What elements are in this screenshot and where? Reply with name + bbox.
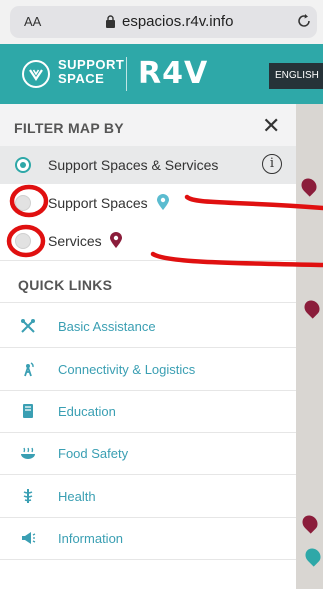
quick-links-title: QUICK LINKS bbox=[18, 277, 113, 293]
book-icon bbox=[23, 404, 33, 418]
filter-option-support-spaces[interactable]: Support Spaces bbox=[0, 184, 296, 222]
browser-address-bar: AA espacios.r4v.info bbox=[0, 0, 323, 44]
url-text: espacios.r4v.info bbox=[122, 13, 234, 30]
quick-link-basic-assistance[interactable]: Basic Assistance bbox=[0, 305, 296, 347]
quick-link-food-safety[interactable]: Food Safety bbox=[0, 432, 296, 474]
divider bbox=[0, 559, 296, 560]
quick-link-label: Food Safety bbox=[58, 446, 129, 461]
service-pin-icon bbox=[110, 232, 122, 248]
filter-option-services[interactable]: Services bbox=[0, 222, 296, 260]
radio-unselected[interactable] bbox=[15, 233, 31, 249]
quick-link-health[interactable]: Health bbox=[0, 475, 296, 517]
filter-title: FILTER MAP BY bbox=[14, 120, 124, 136]
quick-link-label: Connectivity & Logistics bbox=[58, 362, 196, 377]
quick-link-connectivity[interactable]: Connectivity & Logistics bbox=[0, 348, 296, 390]
brand-logo[interactable]: R4V bbox=[138, 56, 208, 91]
antenna-icon bbox=[24, 362, 34, 377]
quick-link-education[interactable]: Education bbox=[0, 390, 296, 432]
divider bbox=[0, 302, 296, 303]
site-header: SUPPORT SPACE R4V ENGLISH bbox=[0, 44, 323, 104]
quick-link-label: Basic Assistance bbox=[58, 319, 156, 334]
quick-link-label: Health bbox=[58, 489, 96, 504]
reload-icon[interactable] bbox=[296, 13, 312, 29]
filter-drawer: FILTER MAP BY ✕ Support Spaces & Service… bbox=[0, 104, 296, 589]
quick-link-label: Information bbox=[58, 531, 124, 546]
quick-link-information[interactable]: Information bbox=[0, 517, 296, 559]
logo-divider bbox=[126, 57, 127, 91]
radio-selected[interactable] bbox=[15, 157, 31, 173]
support-space-logo-icon bbox=[22, 60, 50, 88]
logo-line-1: SUPPORT bbox=[58, 57, 125, 72]
filter-option-label: Support Spaces bbox=[48, 195, 148, 211]
quick-link-label: Education bbox=[58, 404, 116, 419]
filter-option-label: Support Spaces & Services bbox=[48, 157, 219, 173]
logo-text: SUPPORT SPACE bbox=[58, 58, 124, 86]
divider bbox=[0, 260, 296, 261]
health-icon bbox=[23, 489, 33, 503]
support-space-pin-icon bbox=[157, 194, 169, 210]
filter-option-label: Services bbox=[48, 233, 102, 249]
reader-aa-button[interactable]: AA bbox=[24, 14, 41, 29]
megaphone-icon bbox=[22, 532, 36, 544]
language-button[interactable]: ENGLISH bbox=[269, 63, 323, 89]
food-icon bbox=[21, 447, 35, 459]
info-icon[interactable]: i bbox=[262, 154, 282, 174]
radio-unselected[interactable] bbox=[15, 195, 31, 211]
close-icon[interactable]: ✕ bbox=[262, 114, 280, 139]
lock-icon bbox=[106, 15, 115, 28]
tools-icon bbox=[21, 319, 35, 333]
filter-option-all[interactable]: Support Spaces & Services i bbox=[0, 146, 296, 184]
logo-line-2: SPACE bbox=[58, 71, 105, 86]
url-field[interactable]: AA espacios.r4v.info bbox=[10, 6, 317, 38]
filter-header: FILTER MAP BY ✕ bbox=[0, 104, 296, 146]
